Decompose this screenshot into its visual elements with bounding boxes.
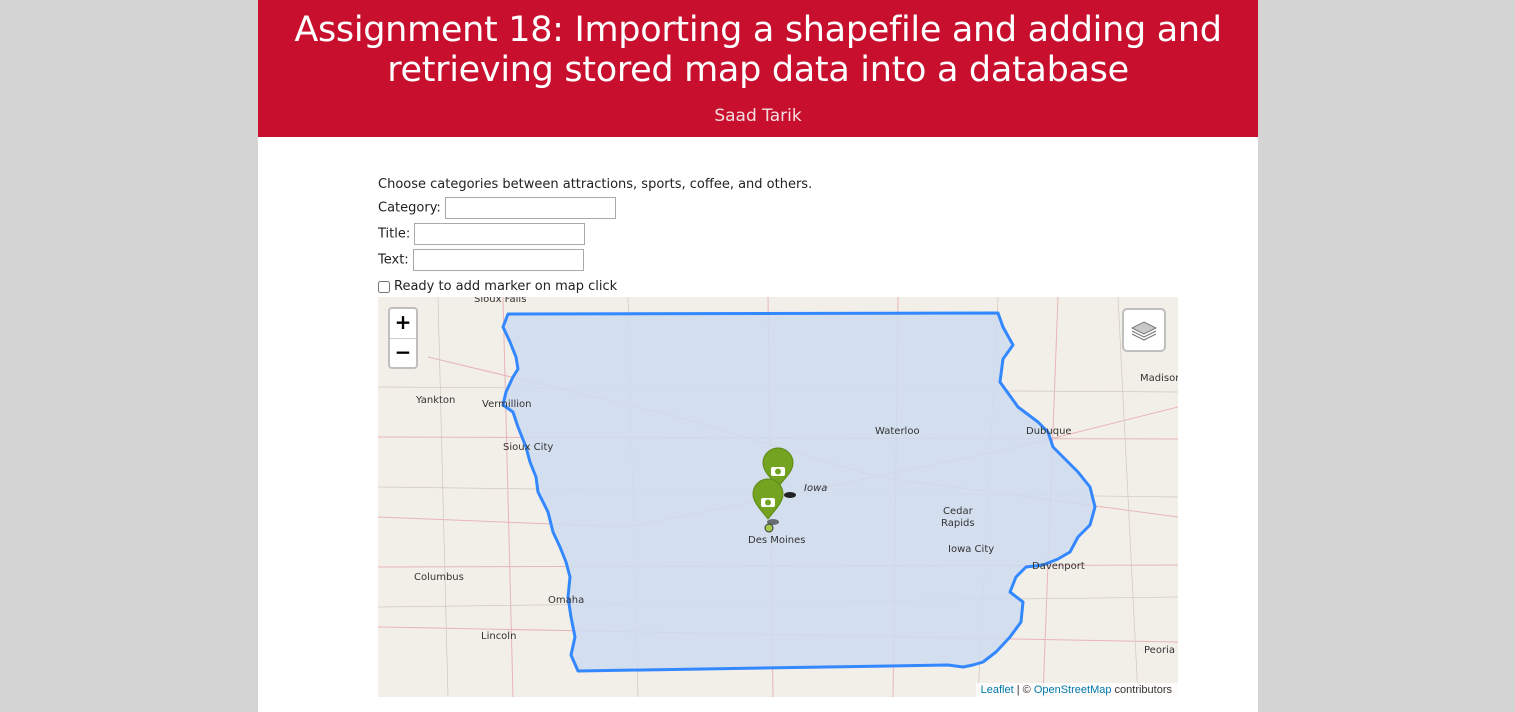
- category-label: Category:: [378, 200, 441, 216]
- category-input[interactable]: [444, 197, 616, 219]
- place-label: Iowa: [804, 483, 827, 494]
- place-label: Yankton: [415, 395, 455, 406]
- checkbox-row: Ready to add marker on map click: [378, 279, 617, 294]
- place-label: Waterloo: [875, 426, 920, 437]
- title-input[interactable]: [414, 223, 586, 245]
- layers-icon: [1130, 321, 1158, 341]
- map-tiles: Sioux Falls Yankton Vermillion Sioux Cit…: [378, 297, 1178, 697]
- text-label: Text:: [378, 252, 409, 268]
- text-row: Text:: [378, 249, 584, 271]
- place-label: Madison: [1140, 373, 1178, 384]
- page-title: Assignment 18: Importing a shapefile and…: [294, 10, 1222, 90]
- place-label: Cedar: [943, 506, 974, 517]
- ready-checkbox[interactable]: [378, 280, 390, 293]
- attribution-separator: | ©: [1013, 684, 1034, 696]
- title-row: Title:: [378, 223, 586, 245]
- place-label: Sioux City: [503, 442, 553, 453]
- map-container[interactable]: Sioux Falls Yankton Vermillion Sioux Cit…: [378, 297, 1178, 697]
- category-row: Category:: [378, 197, 616, 219]
- zoom-in-button[interactable]: +: [390, 309, 416, 339]
- checkbox-label: Ready to add marker on map click: [394, 279, 618, 294]
- instructions-text: Choose categories between attractions, s…: [378, 177, 813, 192]
- zoom-out-button[interactable]: −: [390, 339, 416, 368]
- header-banner: Assignment 18: Importing a shapefile and…: [258, 0, 1258, 137]
- iowa-boundary[interactable]: [501, 311, 1097, 673]
- place-label: Iowa City: [948, 544, 994, 555]
- osm-link[interactable]: OpenStreetMap: [1034, 684, 1112, 696]
- place-label: Sioux Falls: [474, 297, 526, 305]
- text-input[interactable]: [412, 249, 584, 271]
- place-label: Dubuque: [1026, 426, 1072, 437]
- page: Assignment 18: Importing a shapefile and…: [258, 0, 1258, 712]
- place-label: Davenport: [1032, 561, 1085, 572]
- place-label: Des Moines: [748, 535, 805, 546]
- attribution-suffix: contributors: [1111, 684, 1172, 696]
- zoom-control: + −: [388, 307, 418, 369]
- title-label: Title:: [378, 226, 411, 242]
- place-label: Vermillion: [482, 399, 531, 410]
- leaflet-link[interactable]: Leaflet: [981, 684, 1014, 696]
- place-label: Peoria: [1144, 645, 1175, 656]
- map-attribution: Leaflet | © OpenStreetMap contributors: [975, 683, 1178, 697]
- author-name: Saad Tarik: [714, 106, 802, 126]
- place-label: Lincoln: [481, 631, 516, 642]
- place-label: Omaha: [548, 595, 584, 606]
- layers-button[interactable]: [1122, 308, 1166, 352]
- place-label: Columbus: [414, 572, 464, 583]
- place-label: Rapids: [941, 518, 975, 529]
